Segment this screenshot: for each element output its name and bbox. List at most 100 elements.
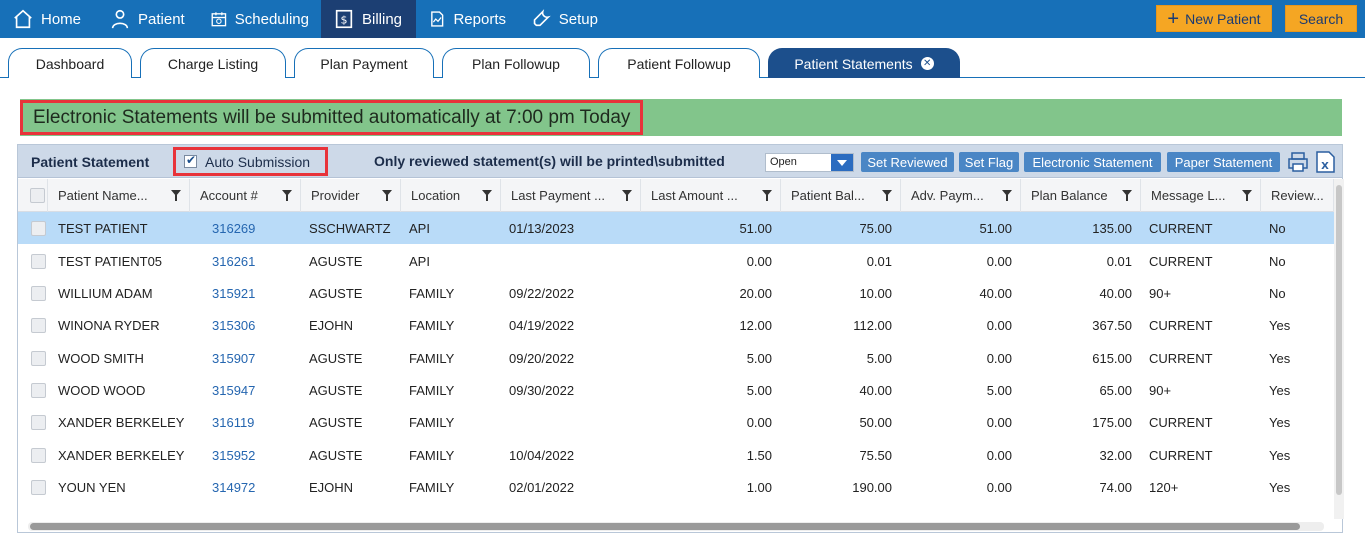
tab-plan-followup-label: Plan Followup [472, 55, 560, 72]
cell-last-amount: 20.00 [739, 285, 772, 301]
row-checkbox[interactable] [31, 286, 46, 301]
filter-icon[interactable] [382, 190, 392, 201]
cell-last-payment: 02/01/2022 [509, 479, 575, 495]
col-message[interactable]: Message L... [1141, 179, 1261, 212]
nav-patient[interactable]: Patient [97, 0, 198, 38]
col-last-payment[interactable]: Last Payment ... [501, 179, 641, 212]
panel-title: Patient Statement [31, 154, 150, 170]
tab-plan-followup[interactable]: Plan Followup [442, 48, 590, 78]
filter-icon[interactable] [1242, 190, 1252, 201]
nav-reports[interactable]: Reports [416, 0, 518, 38]
cell-reviewed: No [1269, 253, 1286, 269]
col-patient-name-label: Patient Name... [58, 188, 148, 203]
filter-icon[interactable] [171, 190, 181, 201]
cell-account[interactable]: 315921 [212, 277, 312, 309]
nav-setup[interactable]: Setup [518, 0, 610, 38]
col-plan-balance[interactable]: Plan Balance [1021, 179, 1141, 212]
chevron-down-icon[interactable] [831, 154, 853, 171]
close-icon[interactable]: ✕ [920, 57, 934, 70]
printer-icon[interactable] [1287, 150, 1309, 174]
col-location[interactable]: Location [401, 179, 501, 212]
cell-last-amount: 1.00 [746, 479, 772, 495]
cell-provider: AGUSTE [309, 382, 363, 398]
search-button[interactable]: Search [1285, 5, 1357, 32]
new-patient-button[interactable]: + New Patient [1156, 5, 1272, 32]
col-account[interactable]: Account # [190, 179, 301, 212]
cell-message: CURRENT [1149, 414, 1213, 430]
vertical-scroll-thumb[interactable] [1336, 185, 1342, 495]
col-patient-name[interactable]: Patient Name... [48, 179, 190, 212]
nav-scheduling[interactable]: Scheduling [198, 0, 321, 38]
cell-account[interactable]: 316261 [212, 245, 312, 277]
col-adv-payment[interactable]: Adv. Paym... [901, 179, 1021, 212]
col-reviewed[interactable]: Review... [1261, 179, 1334, 212]
tab-charge-listing[interactable]: Charge Listing [140, 48, 286, 78]
set-reviewed-button[interactable]: Set Reviewed [861, 152, 954, 172]
cell-account[interactable]: 316269 [212, 212, 312, 244]
tab-patient-followup[interactable]: Patient Followup [598, 48, 760, 78]
nav-home[interactable]: Home [0, 0, 97, 38]
filter-icon[interactable] [1002, 190, 1012, 201]
cell-plan-bal: 74.00 [1099, 479, 1132, 495]
cell-name: WINONA RYDER [58, 317, 160, 333]
cell-account[interactable]: 315907 [212, 342, 312, 374]
col-last-amount-label: Last Amount ... [651, 188, 738, 203]
vertical-scrollbar[interactable] [1334, 179, 1344, 519]
table-row[interactable]: TEST PATIENT05 316261 AGUSTE API 0.00 0.01 0.0… [18, 245, 1334, 277]
row-checkbox[interactable] [31, 254, 46, 269]
cell-name: XANDER BERKELEY [58, 447, 185, 463]
row-checkbox[interactable] [31, 448, 46, 463]
table-row[interactable]: WILLIUM ADAM 315921 AGUSTE FAMILY 09/22/2022… [18, 277, 1334, 309]
cell-location: API [409, 220, 430, 236]
cell-patient-bal: 190.00 [852, 479, 892, 495]
filter-icon[interactable] [482, 190, 492, 201]
row-checkbox[interactable] [31, 221, 46, 236]
table-row[interactable]: XANDER BERKELEY 316119 AGUSTE FAMILY 0.00 50.… [18, 406, 1334, 438]
table-row[interactable]: YOUN YEN 314972 EJOHN FAMILY 02/01/2022 1.00 1… [18, 471, 1334, 503]
cell-account[interactable]: 315952 [212, 439, 312, 471]
cell-account[interactable]: 315306 [212, 309, 312, 341]
excel-export-icon[interactable]: X [1314, 150, 1336, 174]
table-row[interactable]: WINONA RYDER 315306 EJOHN FAMILY 04/19/2022 1… [18, 309, 1334, 341]
col-provider[interactable]: Provider [301, 179, 401, 212]
table-row[interactable]: WOOD WOOD 315947 AGUSTE FAMILY 09/30/2022 5.0… [18, 374, 1334, 406]
col-patient-balance[interactable]: Patient Bal... [781, 179, 901, 212]
filter-icon[interactable] [622, 190, 632, 201]
paper-statement-button[interactable]: Paper Statement [1167, 152, 1280, 172]
row-checkbox[interactable] [31, 480, 46, 495]
cell-last-amount: 0.00 [746, 253, 772, 269]
col-last-amount[interactable]: Last Amount ... [641, 179, 781, 212]
auto-submission-toggle[interactable]: Auto Submission [173, 147, 328, 176]
nav-billing[interactable]: $ Billing [321, 0, 416, 38]
auto-submission-checkbox[interactable] [184, 153, 197, 168]
tab-dashboard[interactable]: Dashboard [8, 48, 132, 78]
horizontal-scroll-thumb[interactable] [30, 523, 1300, 530]
tab-charge-listing-label: Charge Listing [167, 55, 259, 72]
filter-icon[interactable] [1122, 190, 1132, 201]
horizontal-scrollbar[interactable] [28, 522, 1324, 531]
status-select[interactable]: Open [765, 153, 854, 172]
row-checkbox[interactable] [31, 318, 46, 333]
cell-plan-bal: 65.00 [1099, 382, 1132, 398]
table-row[interactable]: WOOD SMITH 315907 AGUSTE FAMILY 09/20/2022 5.… [18, 342, 1334, 374]
electronic-statement-button[interactable]: Electronic Statement [1024, 152, 1161, 172]
row-checkbox[interactable] [31, 383, 46, 398]
cell-account[interactable]: 316119 [212, 406, 312, 438]
cell-account[interactable]: 315947 [212, 374, 312, 406]
filter-icon[interactable] [282, 190, 292, 201]
row-checkbox[interactable] [31, 415, 46, 430]
table-row[interactable]: XANDER BERKELEY 315952 AGUSTE FAMILY 10/04/2… [18, 439, 1334, 471]
set-flag-button[interactable]: Set Flag [959, 152, 1019, 172]
filter-icon[interactable] [882, 190, 892, 201]
cell-last-amount: 51.00 [739, 220, 772, 236]
row-checkbox[interactable] [31, 351, 46, 366]
cell-patient-bal: 5.00 [866, 350, 892, 366]
select-all-checkbox[interactable] [30, 188, 45, 203]
cell-last-amount: 12.00 [739, 317, 772, 333]
table-row[interactable]: TEST PATIENT 316269 SSCHWARTZ API 01/13/2023… [18, 212, 1334, 244]
cell-account[interactable]: 314972 [212, 471, 312, 503]
tab-plan-payment[interactable]: Plan Payment [294, 48, 434, 78]
filter-icon[interactable] [762, 190, 772, 201]
cell-adv-pay: 5.00 [986, 382, 1012, 398]
tab-patient-statements[interactable]: Patient Statements ✕ [768, 48, 960, 78]
